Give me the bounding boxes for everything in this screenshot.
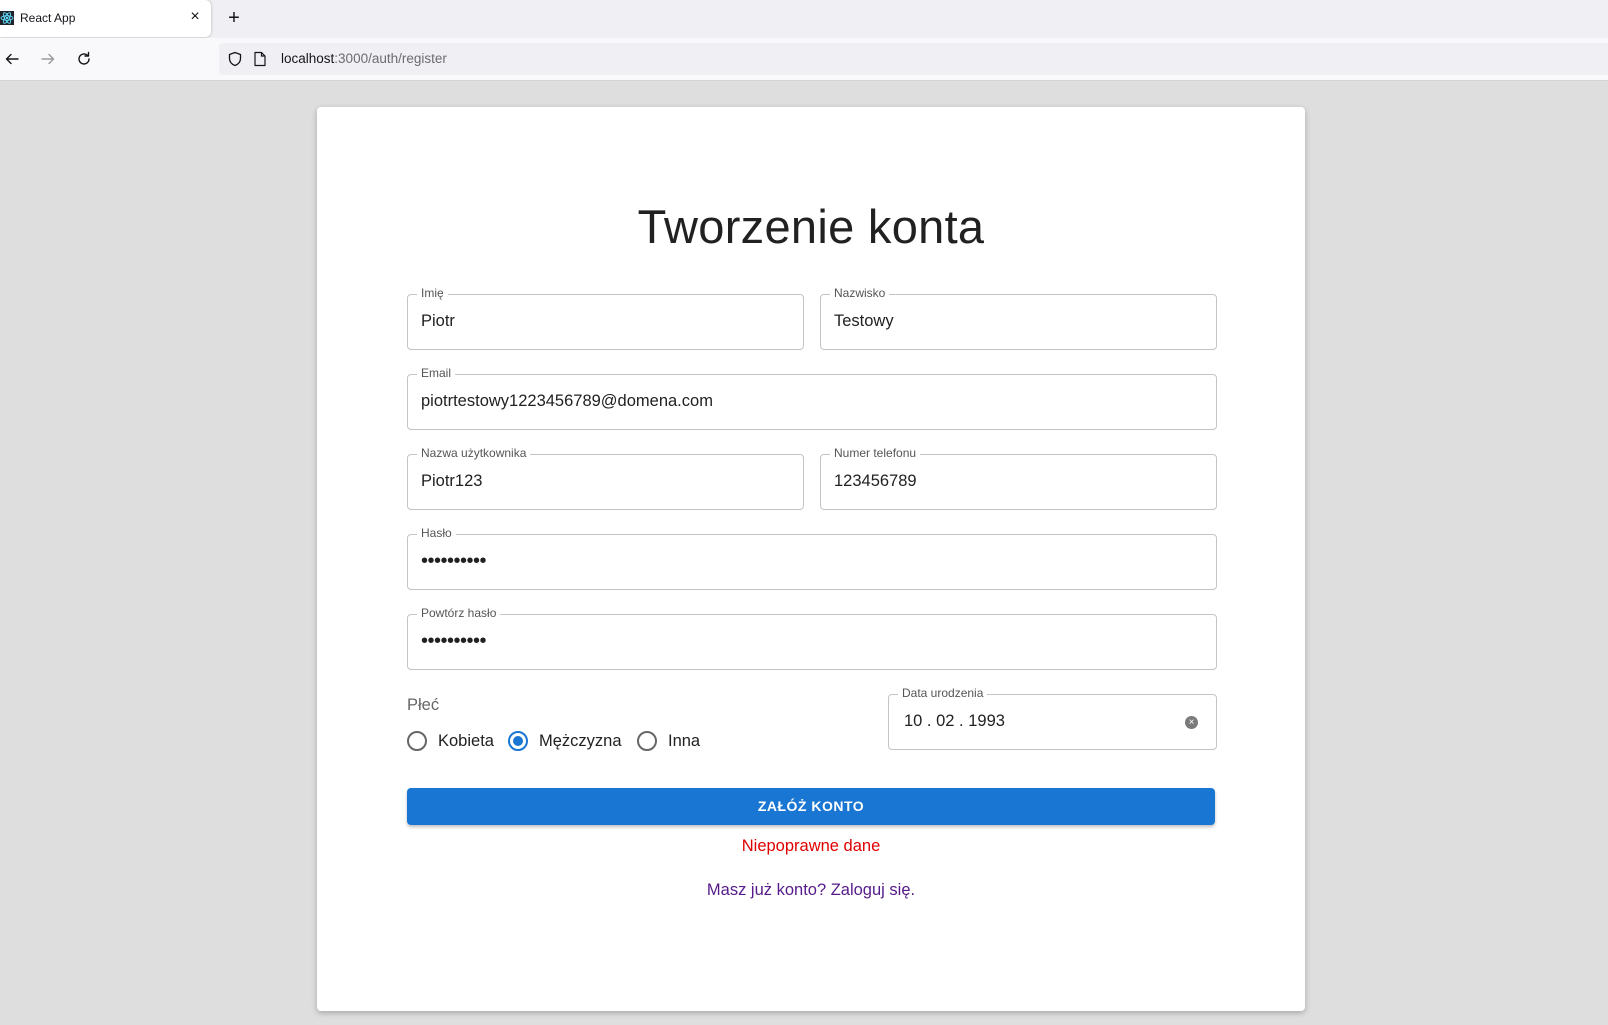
tab-close-icon[interactable]: × [187, 8, 203, 26]
url-path: :3000/auth/register [334, 51, 447, 66]
birth-date-label: Data urodzenia [898, 686, 988, 700]
password-repeat-field[interactable]: Powtórz hasło •••••••••• [407, 606, 1217, 670]
gender-option-label: Inna [668, 731, 701, 750]
address-bar[interactable]: localhost:3000/auth/register [219, 43, 1608, 75]
password-label: Hasło [417, 526, 456, 540]
arrow-right-icon [41, 53, 55, 65]
last-name-label: Nazwisko [830, 286, 890, 300]
gender-radio-kobieta[interactable]: Kobieta [407, 726, 494, 756]
error-message: Niepoprawne dane [741, 837, 881, 855]
email-field[interactable]: Email piotrtestowy1223456789@domena.com [407, 366, 1217, 430]
browser-nav-bar: localhost:3000/auth/register [0, 38, 1608, 81]
first-name-label: Imię [417, 286, 448, 300]
last-name-field[interactable]: Nazwisko Testowy [820, 286, 1217, 350]
username-label: Nazwa użytkownika [417, 446, 531, 460]
create-account-button[interactable]: ZAŁÓŻ KONTO [407, 788, 1215, 825]
login-link[interactable]: Masz już konto? Zaloguj się. [317, 881, 1305, 900]
browser-tab[interactable]: React App × [0, 0, 211, 37]
url-text[interactable]: localhost:3000/auth/register [281, 51, 447, 66]
gender-option-label: Mężczyzna [539, 731, 622, 750]
shield-icon[interactable] [227, 51, 243, 67]
password-repeat-masked-value: •••••••••• [421, 630, 487, 652]
tab-title: React App [20, 11, 76, 25]
forward-button[interactable] [36, 47, 60, 71]
reload-button[interactable] [72, 47, 96, 71]
email-label: Email [417, 366, 456, 380]
password-repeat-label: Powtórz hasło [417, 606, 501, 620]
gender-radio-mezczyzna[interactable]: Mężczyzna [508, 726, 622, 756]
new-tab-button[interactable]: + [224, 7, 244, 29]
phone-field[interactable]: Numer telefonu 123456789 [820, 446, 1217, 510]
page-icon[interactable] [253, 51, 267, 67]
phone-label: Numer telefonu [830, 446, 921, 460]
birth-date-field[interactable]: Data urodzenia 10 . 02 . 1993 × [888, 686, 1217, 750]
react-logo-icon [0, 11, 14, 25]
browser-tab-bar: React App × + [0, 0, 1608, 38]
radio-unchecked-icon[interactable] [407, 731, 427, 751]
username-value: Piotr123 [421, 472, 483, 490]
birth-date-value: 10 . 02 . 1993 [904, 712, 1005, 730]
back-button[interactable] [0, 47, 24, 71]
last-name-value: Testowy [834, 312, 894, 330]
clear-icon[interactable]: × [1185, 716, 1198, 729]
first-name-field[interactable]: Imię Piotr [407, 286, 804, 350]
email-value: piotrtestowy1223456789@domena.com [421, 392, 713, 410]
reload-icon [78, 51, 90, 65]
url-host: localhost [281, 51, 335, 66]
password-field[interactable]: Hasło •••••••••• [407, 526, 1217, 590]
phone-value: 123456789 [834, 472, 917, 490]
password-masked-value: •••••••••• [421, 550, 487, 572]
username-field[interactable]: Nazwa użytkownika Piotr123 [407, 446, 804, 510]
radio-unchecked-icon[interactable] [637, 731, 657, 751]
gender-label: Płeć [407, 696, 440, 714]
first-name-value: Piotr [421, 312, 455, 330]
gender-option-label: Kobieta [438, 731, 494, 750]
page-title: Tworzenie konta [637, 200, 985, 253]
radio-checked-icon[interactable] [508, 731, 528, 751]
register-card: Tworzenie konta Imię Piotr Nazwisko Test… [317, 107, 1305, 1011]
arrow-left-icon [5, 53, 19, 65]
gender-radio-inna[interactable]: Inna [637, 726, 700, 756]
